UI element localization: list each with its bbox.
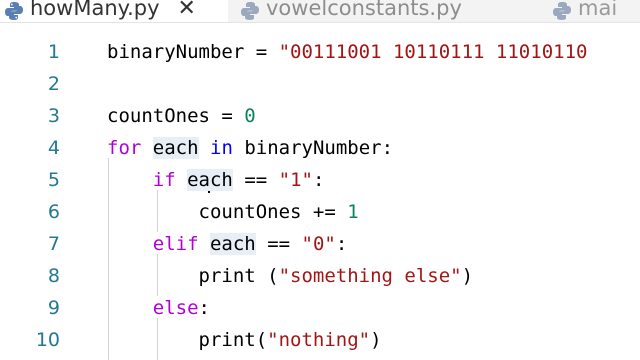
code-token: 0: [244, 105, 256, 127]
code-token: "something else": [278, 265, 462, 287]
python-file-icon: [5, 2, 23, 20]
code-line: for each in binaryNumber:: [107, 132, 393, 164]
code-token: ==: [232, 169, 279, 191]
code-token: 1: [347, 201, 359, 223]
code-line: if each == "1":: [107, 164, 324, 196]
code-token: "nothing": [267, 329, 371, 351]
code-line: print("nothing"): [107, 324, 382, 356]
code-token: print(: [107, 329, 268, 351]
code-line: elif each == "0":: [107, 228, 347, 260]
tab-vowelconstants-py[interactable]: vowelconstants.py: [236, 0, 462, 22]
tab-howmany-py[interactable]: howMany.py ✕: [0, 0, 228, 22]
code-token: ): [461, 265, 474, 287]
code-token: each: [209, 233, 256, 255]
code-token: "0": [301, 233, 336, 255]
tab-main-py[interactable]: mai: [548, 0, 617, 22]
code-token: elif: [152, 233, 199, 255]
code-token: print (: [107, 265, 279, 287]
tab-label: vowelconstants.py: [266, 0, 462, 20]
code-token: "00111001 10110111 11010110: [278, 41, 588, 63]
code-token: binaryNumber:: [232, 137, 394, 159]
code-token: :: [312, 169, 325, 191]
code-token: each: [187, 169, 233, 191]
code-token: for: [107, 137, 142, 159]
code-token: :: [198, 297, 210, 319]
close-icon[interactable]: ✕: [178, 0, 196, 21]
code-editor[interactable]: binaryNumber = "00111001 10110111 110101…: [0, 22, 640, 360]
code-line: countOnes += 1: [107, 196, 359, 228]
code-token: :: [335, 233, 348, 255]
code-token: binaryNumber =: [107, 41, 279, 63]
code-line: binaryNumber = "00111001 10110111 110101…: [107, 36, 587, 68]
code-token: countOnes +=: [107, 201, 348, 223]
code-token: "1": [278, 169, 313, 191]
code-line: print ("something else"): [107, 260, 474, 292]
editor-tab-bar: howMany.py ✕ vowelconstants.py mai: [0, 0, 640, 23]
python-file-icon: [241, 2, 259, 20]
code-token: ==: [255, 233, 302, 255]
code-token: if: [152, 169, 176, 191]
code-token: ): [370, 329, 382, 351]
code-line: else:: [107, 292, 210, 324]
code-token: each: [152, 137, 199, 159]
code-token: else: [152, 297, 199, 319]
code-token: countOnes =: [107, 105, 245, 127]
code-line: countOnes = 0: [107, 100, 256, 132]
tab-label: mai: [578, 0, 618, 20]
tab-label: howMany.py: [30, 0, 160, 20]
code-token: in: [210, 137, 233, 159]
python-file-icon: [553, 2, 571, 20]
